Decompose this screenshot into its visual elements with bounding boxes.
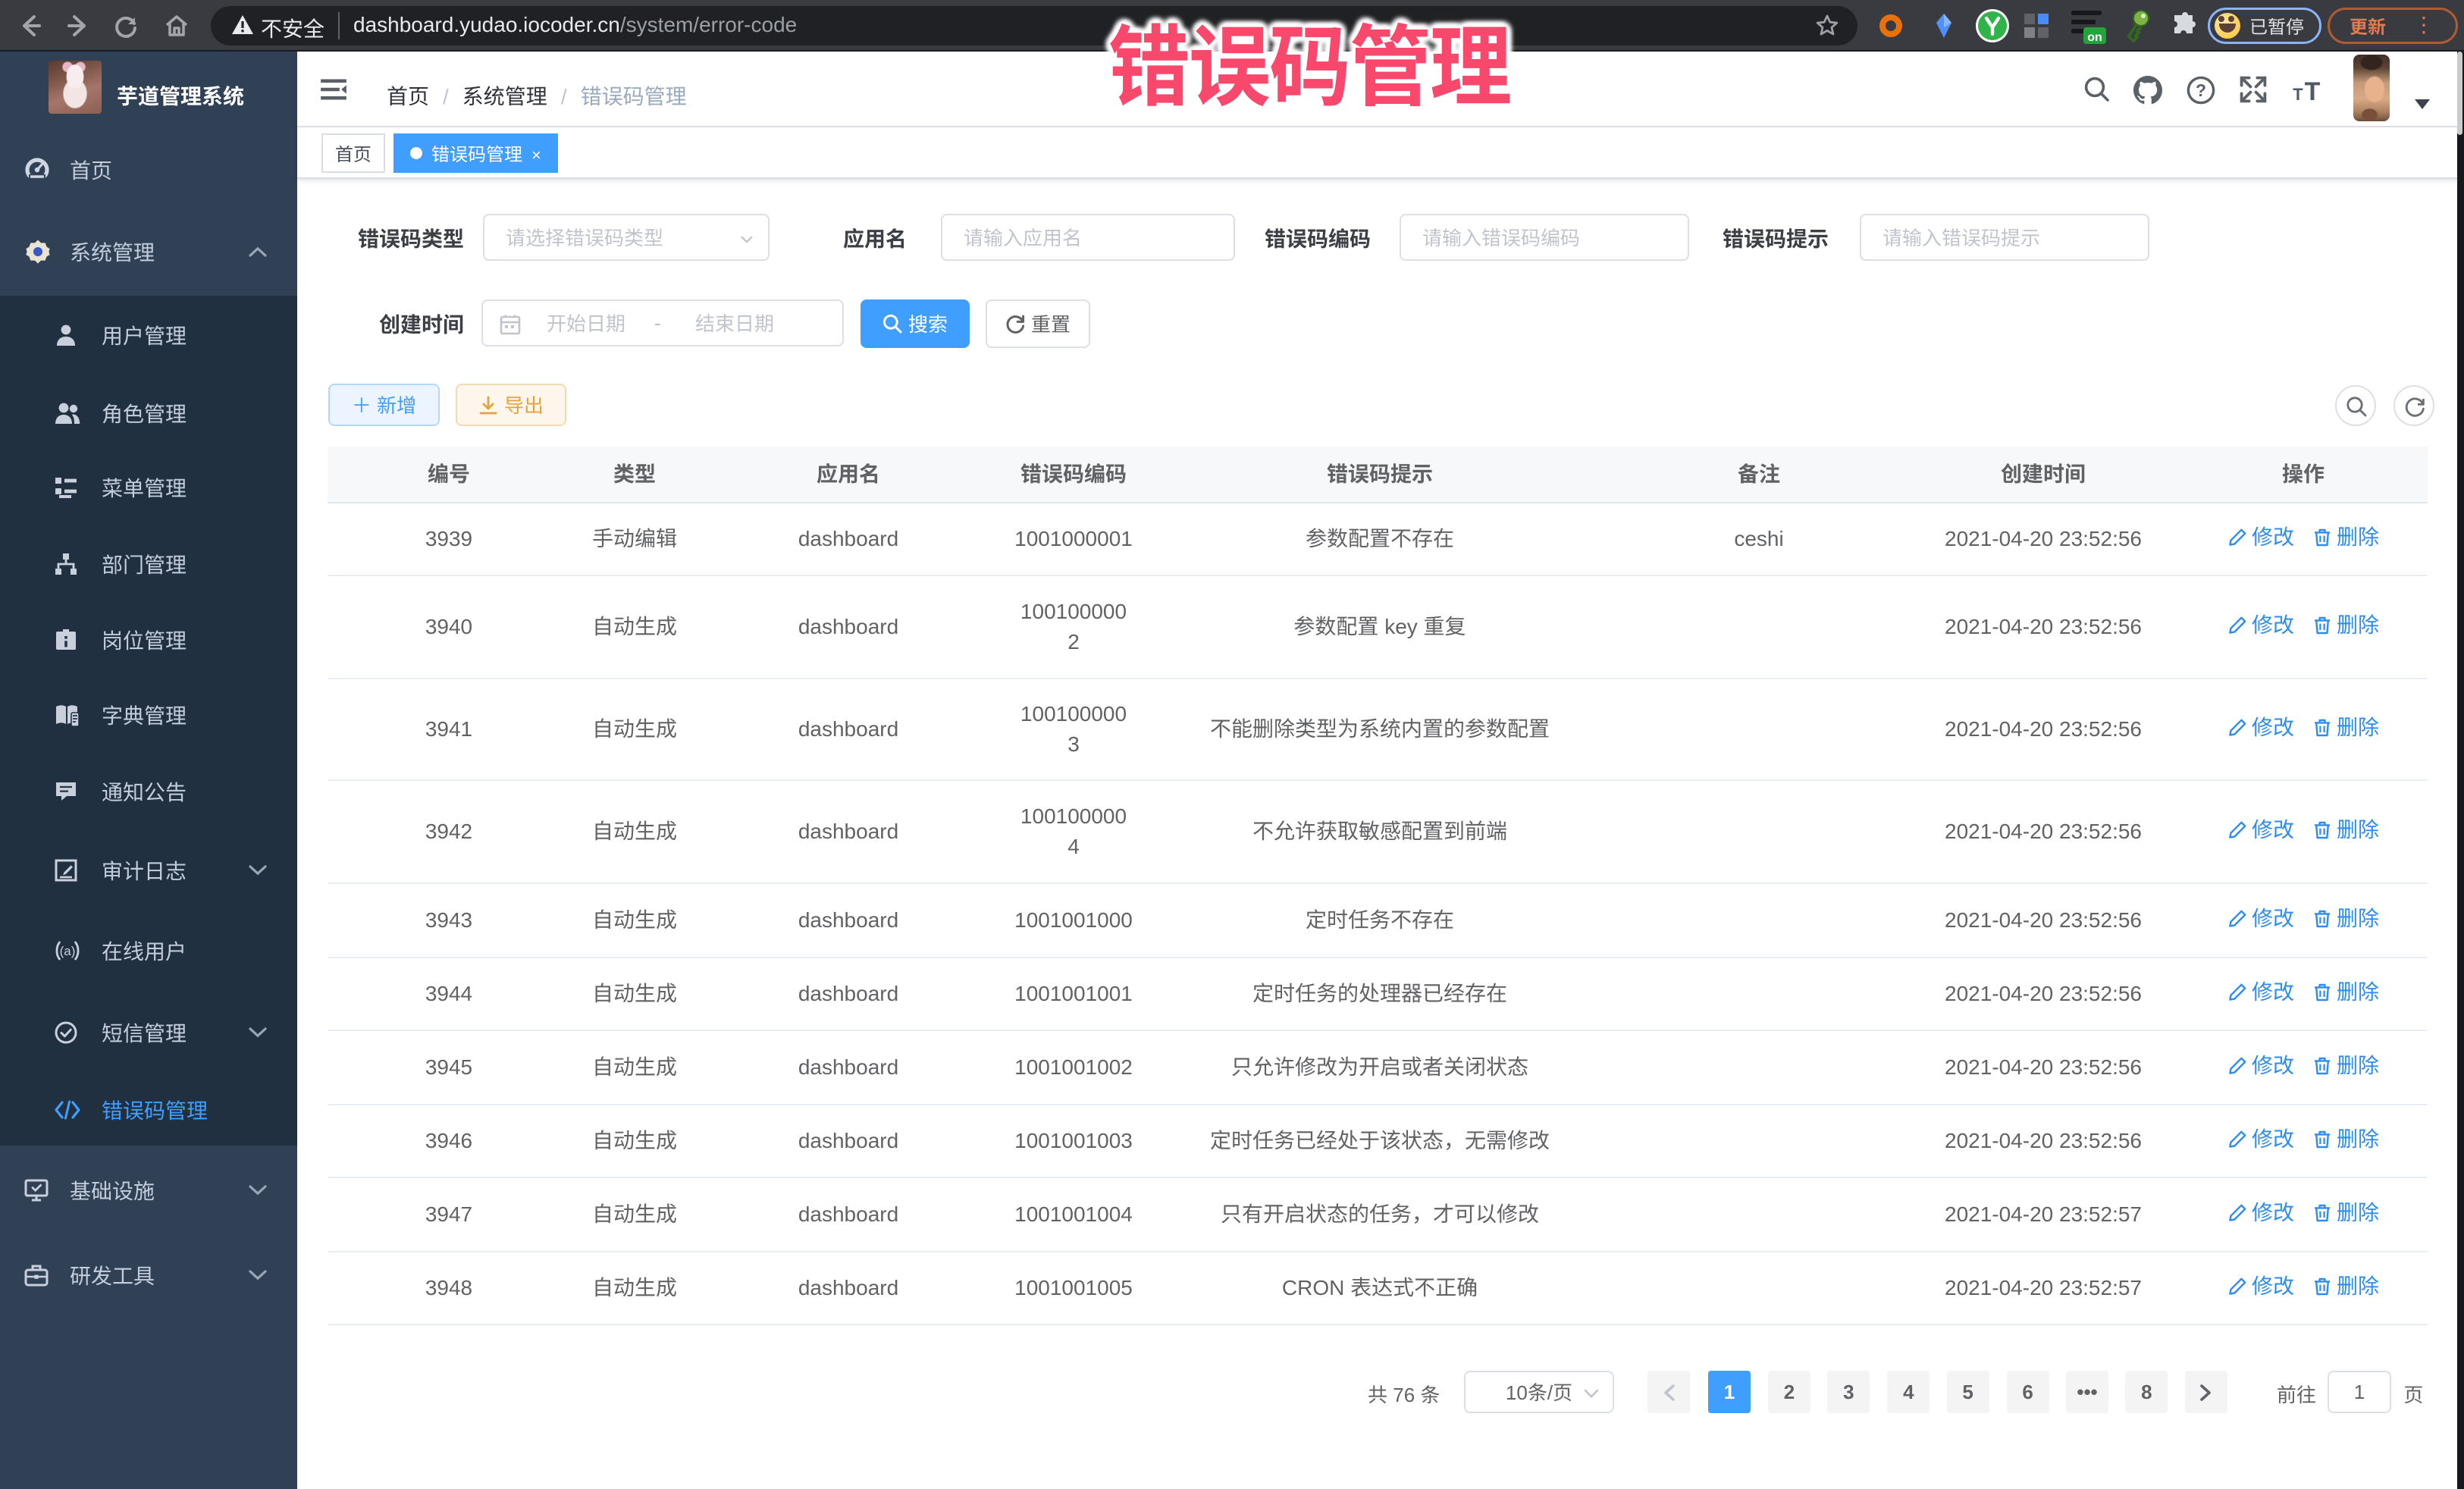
svg-text:T: T: [2305, 77, 2321, 103]
svg-text:T: T: [2293, 85, 2303, 103]
svg-text:?: ?: [2196, 80, 2206, 100]
svg-text:(a): (a): [60, 944, 76, 958]
svg-text:on: on: [2087, 31, 2102, 44]
